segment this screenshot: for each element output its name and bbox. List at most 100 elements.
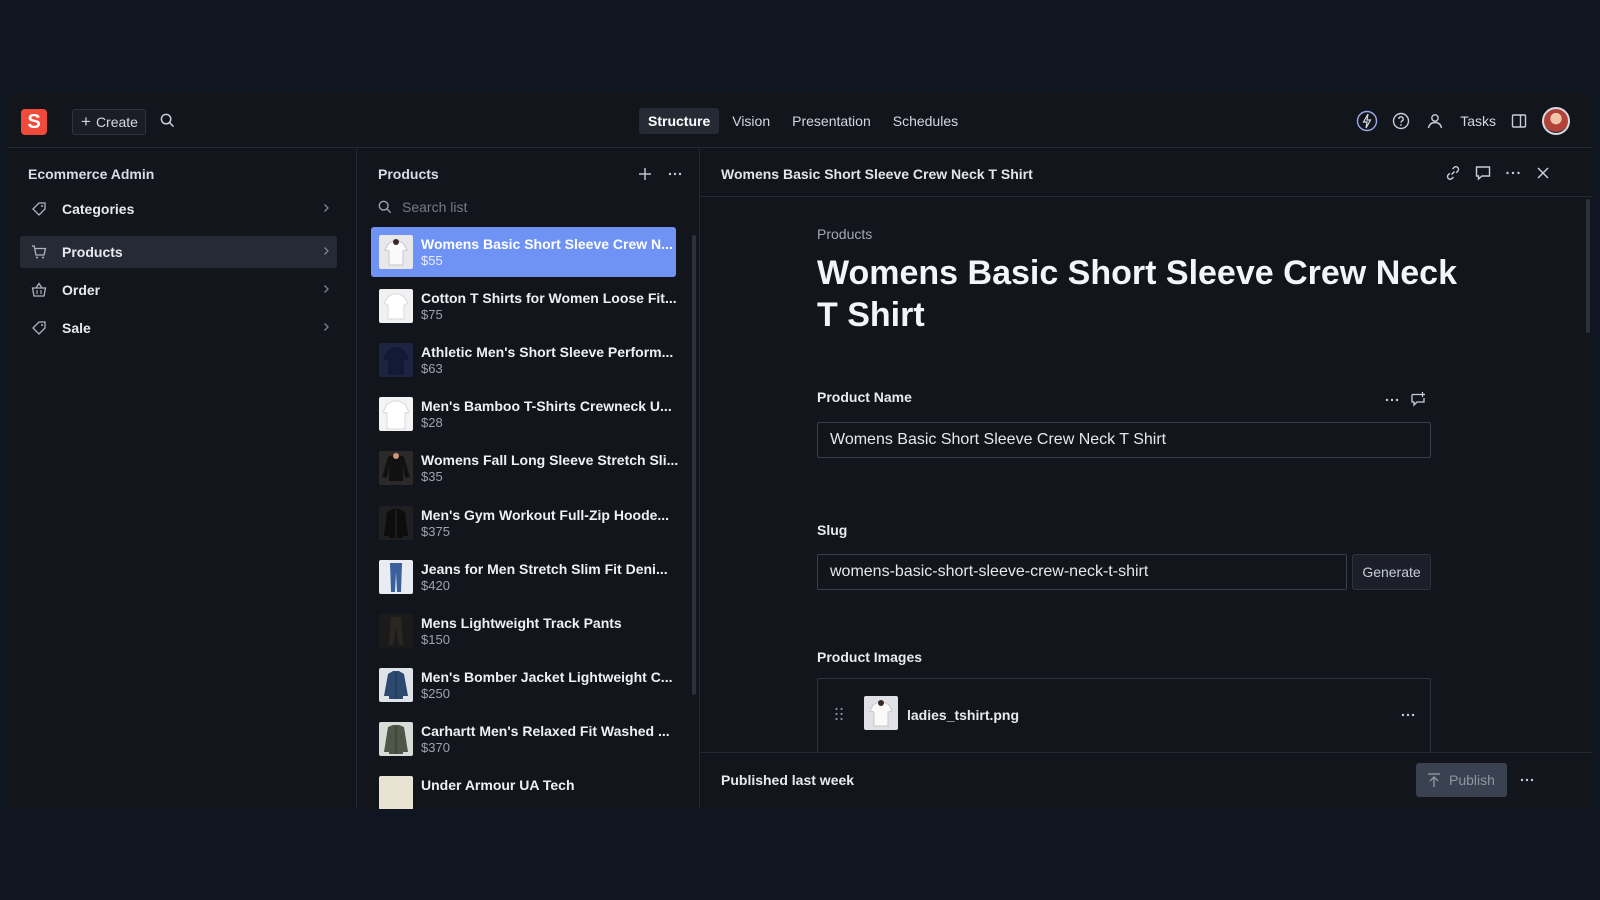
- image-filename[interactable]: ladies_tshirt.png: [907, 707, 1019, 723]
- product-thumbnail: [379, 668, 413, 702]
- slug-input[interactable]: womens-basic-short-sleeve-crew-neck-t-sh…: [817, 554, 1347, 590]
- list-item[interactable]: Carhartt Men's Relaxed Fit Washed ... $3…: [371, 714, 676, 764]
- search-icon[interactable]: [160, 113, 175, 128]
- tag-icon: [29, 201, 49, 217]
- list-item[interactable]: Jeans for Men Stretch Slim Fit Deni... $…: [371, 552, 676, 602]
- add-icon[interactable]: [637, 166, 653, 182]
- app-window: S + Create Structure Vision Presentation …: [8, 92, 1592, 809]
- document-header: Womens Basic Short Sleeve Crew Neck T Sh…: [701, 149, 1592, 197]
- create-button[interactable]: + Create: [72, 109, 146, 135]
- people-icon[interactable]: [1424, 110, 1446, 132]
- product-thumbnail: [379, 560, 413, 594]
- tag-icon: [29, 320, 49, 336]
- search-icon: [378, 200, 392, 214]
- sidebar-item-sale[interactable]: Sale: [20, 312, 337, 344]
- more-icon[interactable]: [1504, 164, 1522, 182]
- product-price: $150: [421, 632, 450, 647]
- drag-handle-icon[interactable]: [834, 707, 844, 721]
- list-item[interactable]: Men's Bomber Jacket Lightweight C... $25…: [371, 660, 676, 710]
- sidebar-item-label: Order: [62, 282, 101, 298]
- sidebar: Ecommerce Admin Categories Products Orde…: [8, 149, 357, 809]
- list-title: Products: [378, 166, 439, 182]
- list-item[interactable]: Womens Fall Long Sleeve Stretch Sli... $…: [371, 443, 679, 493]
- list-item[interactable]: Womens Basic Short Sleeve Crew N... $55: [371, 227, 676, 277]
- document-actions: [1444, 164, 1552, 182]
- product-price: $55: [421, 253, 443, 268]
- product-name-input[interactable]: Womens Basic Short Sleeve Crew Neck T Sh…: [817, 422, 1431, 458]
- product-name: Womens Basic Short Sleeve Crew N...: [421, 236, 673, 252]
- create-label: Create: [95, 114, 138, 130]
- help-icon[interactable]: [1390, 110, 1412, 132]
- avatar[interactable]: [1542, 107, 1570, 135]
- tab-presentation[interactable]: Presentation: [783, 108, 880, 134]
- add-comment-icon[interactable]: [1410, 391, 1426, 407]
- close-icon[interactable]: [1534, 164, 1552, 182]
- sidebar-item-categories[interactable]: Categories: [20, 193, 337, 225]
- sidebar-title: Ecommerce Admin: [28, 166, 155, 182]
- product-thumbnail: [379, 235, 413, 269]
- document-footer: Published last week Publish: [701, 752, 1592, 809]
- breadcrumb[interactable]: Products: [817, 226, 872, 242]
- product-name: Carhartt Men's Relaxed Fit Washed ...: [421, 723, 670, 739]
- slug-label: Slug: [817, 522, 848, 538]
- product-thumbnail: [379, 506, 413, 540]
- product-name: Athletic Men's Short Sleeve Perform...: [421, 344, 674, 360]
- product-name: Men's Bamboo T-Shirts Crewneck U...: [421, 398, 672, 414]
- product-list-pane: Products Search list Womens Basic Short …: [358, 149, 700, 809]
- product-price: $75: [421, 307, 443, 322]
- publish-label: Publish: [1449, 772, 1495, 788]
- tab-vision[interactable]: Vision: [723, 108, 779, 134]
- more-icon[interactable]: [667, 166, 683, 182]
- product-price: $375: [421, 524, 450, 539]
- list-item[interactable]: Mens Lightweight Track Pants $150: [371, 606, 676, 656]
- generate-button[interactable]: Generate: [1352, 554, 1431, 590]
- panel-icon[interactable]: [1508, 110, 1530, 132]
- product-name: Under Armour UA Tech: [421, 777, 575, 793]
- studio-logo[interactable]: S: [21, 109, 47, 135]
- comment-icon[interactable]: [1474, 164, 1492, 182]
- list-scrollbar[interactable]: [692, 235, 696, 695]
- basket-icon: [29, 282, 49, 298]
- top-right-actions: Tasks: [1356, 107, 1570, 135]
- document-header-title: Womens Basic Short Sleeve Crew Neck T Sh…: [721, 166, 1033, 182]
- sidebar-item-label: Products: [62, 244, 123, 260]
- product-price: $370: [421, 740, 450, 755]
- footer-more-icon[interactable]: [1519, 772, 1535, 788]
- list-item[interactable]: Men's Bamboo T-Shirts Crewneck U... $28: [371, 389, 676, 439]
- product-name: Men's Bomber Jacket Lightweight C...: [421, 669, 673, 685]
- list-item[interactable]: Athletic Men's Short Sleeve Perform... $…: [371, 335, 676, 385]
- product-thumbnail: [379, 614, 413, 648]
- list-item[interactable]: Men's Gym Workout Full-Zip Hoode... $375: [371, 498, 676, 548]
- chevron-right-icon: [321, 283, 331, 295]
- sidebar-item-products[interactable]: Products: [20, 236, 337, 268]
- document-scrollbar[interactable]: [1586, 199, 1590, 333]
- search-placeholder: Search list: [402, 199, 468, 215]
- chevron-right-icon: [321, 321, 331, 333]
- sidebar-item-label: Sale: [62, 320, 91, 336]
- image-more-icon[interactable]: [1400, 707, 1416, 723]
- top-nav: Structure Vision Presentation Schedules: [639, 108, 967, 134]
- product-name: Men's Gym Workout Full-Zip Hoode...: [421, 507, 670, 523]
- sidebar-item-order[interactable]: Order: [20, 274, 337, 306]
- tab-structure[interactable]: Structure: [639, 108, 720, 134]
- product-thumbnail: [379, 289, 413, 323]
- document-pane: Womens Basic Short Sleeve Crew Neck T Sh…: [701, 149, 1592, 809]
- tasks-button[interactable]: Tasks: [1460, 113, 1496, 129]
- list-item[interactable]: Cotton T Shirts for Women Loose Fit... $…: [371, 281, 677, 331]
- field-more-icon[interactable]: [1384, 392, 1400, 408]
- list-item[interactable]: Under Armour UA Tech: [371, 768, 676, 809]
- chevron-right-icon: [321, 202, 331, 214]
- list-search-input[interactable]: Search list: [378, 199, 467, 215]
- link-icon[interactable]: [1444, 164, 1462, 182]
- product-price: $28: [421, 415, 443, 430]
- product-thumbnail: [379, 451, 413, 485]
- bolt-icon[interactable]: [1356, 110, 1378, 132]
- tab-schedules[interactable]: Schedules: [884, 108, 967, 134]
- publish-icon: [1427, 772, 1441, 788]
- top-bar: S + Create Structure Vision Presentation …: [8, 92, 1592, 148]
- sidebar-item-label: Categories: [62, 201, 135, 217]
- product-name-label: Product Name: [817, 389, 912, 405]
- product-price: $63: [421, 361, 443, 376]
- publish-button[interactable]: Publish: [1416, 763, 1507, 797]
- product-name: Womens Fall Long Sleeve Stretch Sli...: [421, 452, 679, 468]
